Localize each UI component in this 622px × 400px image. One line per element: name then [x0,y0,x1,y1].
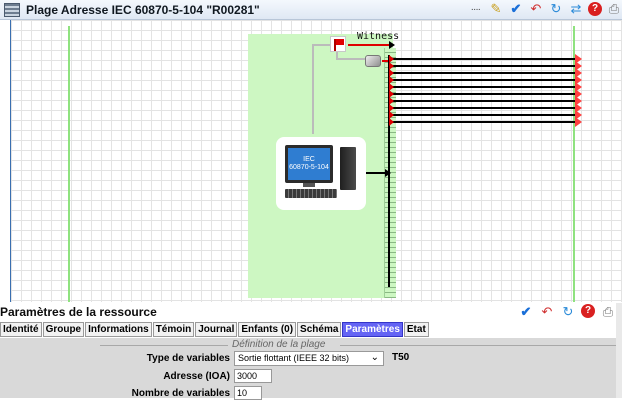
window-titlebar: Plage Adresse IEC 60870-5-104 "R00281" ·… [0,0,622,20]
keyboard-icon [285,189,337,198]
type-select[interactable]: Sortie flottant (IEEE 32 bits) ⌄ [234,351,384,366]
line-end-arrow [575,117,582,127]
tab-parametres[interactable]: Paramètres [342,322,403,337]
parameters-form: Définition de la plage Type de variables… [0,338,622,400]
panel-title: Paramètres de la ressource [0,305,157,319]
panel-scrollbar[interactable] [616,303,622,398]
tab-informations[interactable]: Informations [85,322,152,337]
variable-output-line[interactable] [389,82,582,92]
variable-output-line[interactable] [389,68,582,78]
variable-output-line[interactable] [389,89,582,99]
more-menu-button[interactable]: ···· [471,4,481,15]
panel-toolbar: ✔ ↶ ↻ ? ⎙ [518,304,616,320]
witness-arrow [348,41,395,49]
print-icon[interactable]: ⎙ [600,304,616,320]
variable-output-line[interactable] [389,61,582,71]
variable-output-line[interactable] [389,103,582,113]
variable-output-line[interactable] [389,96,582,106]
tab-etat[interactable]: Etat [403,322,429,337]
variable-output-line[interactable] [389,75,582,85]
tab-enfants[interactable]: Enfants (0) [238,322,297,337]
tab-groupe[interactable]: Groupe [42,322,85,337]
variable-output-line[interactable] [389,117,582,127]
pc-tower-icon [340,147,356,190]
tab-schema[interactable]: Schéma [297,322,342,337]
section-divider-left [100,345,228,346]
title-toolbar: ···· ✎ ✔ ↶ ↻ ⇄ ? ⎙ [471,1,622,17]
tool-icon[interactable] [365,55,381,67]
device-screen-label: IEC 60870-5-104 [288,148,330,180]
section-title: Définition de la plage [232,339,326,350]
help-icon[interactable]: ? [588,2,602,16]
iec-device-node[interactable]: IEC 60870-5-104 [276,137,366,210]
variable-output-line[interactable] [389,54,582,64]
app-icon [4,2,20,17]
monitor-icon: IEC 60870-5-104 [285,145,333,183]
device-output-arrow [366,169,391,177]
section-divider-right [340,345,622,346]
tool-connector [336,52,366,60]
type-select-value: Sortie flottant (IEEE 32 bits) [238,353,350,363]
tab-journal[interactable]: Journal [195,322,238,337]
edit-icon[interactable]: ✎ [488,1,504,17]
help-icon[interactable]: ? [581,304,595,318]
type-code: T50 [392,352,410,363]
left-boundary-line [68,26,70,302]
sync-icon[interactable]: ⇄ [568,1,584,17]
line-start-marker [389,118,394,126]
refresh-icon[interactable]: ↻ [560,304,576,320]
tab-temoin[interactable]: Témoin [152,322,195,337]
address-field[interactable]: 3000 [234,369,272,383]
window-title: Plage Adresse IEC 60870-5-104 "R00281" [26,2,260,17]
monitor-stand [303,183,315,187]
count-label: Nombre de variables [131,388,230,399]
panel-header: Paramètres de la ressource ✔ ↶ ↻ ? ⎙ [0,303,622,321]
refresh-icon[interactable]: ↻ [548,1,564,17]
witness-connector [312,44,330,134]
tab-bar: Identité Groupe Informations Témoin Jour… [0,321,622,338]
tab-identite[interactable]: Identité [0,322,42,337]
check-icon[interactable]: ✔ [518,304,534,320]
witness-flag-icon[interactable] [330,36,346,52]
undo-icon[interactable]: ↶ [528,1,544,17]
undo-icon[interactable]: ↶ [539,304,555,320]
chevron-down-icon: ⌄ [370,352,379,363]
type-label: Type de variables [146,353,230,364]
address-label: Adresse (IOA) [163,371,230,382]
variable-output-line[interactable] [389,110,582,120]
check-icon[interactable]: ✔ [508,1,524,17]
print-icon[interactable]: ⎙ [606,1,622,17]
